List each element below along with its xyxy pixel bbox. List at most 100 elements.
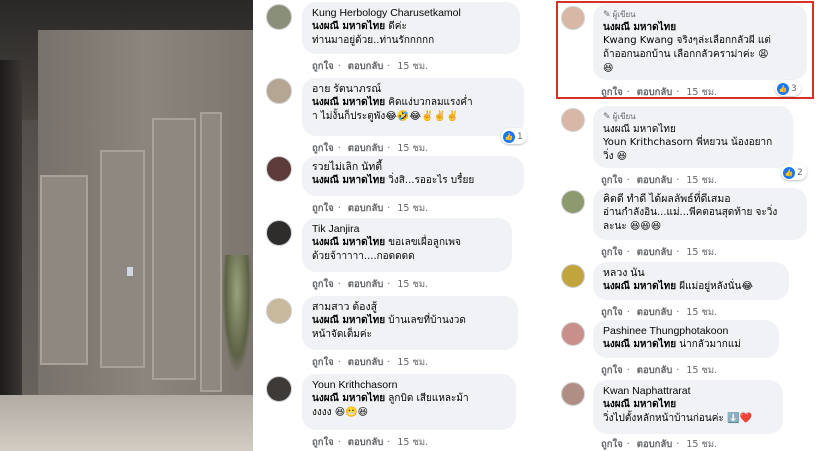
reply-link[interactable]: ตอบกลับ bbox=[637, 365, 673, 376]
comment-author[interactable]: Youn Krithchasorn bbox=[312, 379, 506, 392]
reply-link[interactable]: ตอบกลับ bbox=[348, 279, 384, 290]
comment-time[interactable]: 15 ชม. bbox=[397, 279, 428, 290]
pencil-icon: ✎ bbox=[603, 10, 611, 20]
comment-bubble: Tik Janjira นงผณี มหาดไทย ขอเลขเผื่อลูกเ… bbox=[302, 218, 512, 272]
comment-time[interactable]: 15 ชม. bbox=[686, 365, 717, 376]
avatar[interactable] bbox=[561, 6, 585, 30]
mention[interactable]: นงผณี มหาดไทย bbox=[312, 175, 385, 186]
avatar[interactable] bbox=[561, 108, 585, 132]
comment-time[interactable]: 15 ชม. bbox=[686, 87, 717, 98]
comment-author[interactable]: สามสาว ต้องสู้ bbox=[312, 301, 508, 314]
comment-author[interactable]: Kung Herbology Charusetkamol bbox=[312, 7, 510, 20]
comment-author[interactable]: Tik Janjira bbox=[312, 223, 502, 236]
comment-time[interactable]: 15 ชม. bbox=[397, 61, 428, 72]
comment-text-line: ขอเลขเผื่อลูกเพจ bbox=[385, 237, 461, 248]
reaction-number: 2 bbox=[797, 167, 803, 178]
comment-author[interactable]: นงผณี มหาดไทย bbox=[603, 123, 783, 136]
avatar[interactable] bbox=[266, 4, 292, 30]
like-link[interactable]: ถูกใจ bbox=[601, 87, 623, 98]
comment-time[interactable]: 15 ชม. bbox=[397, 203, 428, 214]
comment-actions: ถูกใจ · ตอบกลับ · 15 ชม. bbox=[312, 355, 432, 370]
avatar[interactable] bbox=[561, 322, 585, 346]
like-link[interactable]: ถูกใจ bbox=[312, 203, 334, 214]
mention[interactable]: นงผณี มหาดไทย bbox=[312, 393, 385, 404]
comment-author[interactable]: คิดดี ทำดี ได้ผลลัพธ์ที่ดีเสมอ bbox=[603, 193, 797, 206]
reply-link[interactable]: ตอบกลับ bbox=[637, 307, 673, 318]
like-link[interactable]: ถูกใจ bbox=[601, 175, 623, 186]
comment-item: หลวง นัน นงผณี มหาดไทย ผีแม่อยู่หลังนั่น… bbox=[561, 262, 819, 318]
reply-link[interactable]: ตอบกลับ bbox=[637, 247, 673, 258]
like-link[interactable]: ถูกใจ bbox=[312, 279, 334, 290]
comment-bubble: ✎ ผู้เขียน นงผณี มหาดไทย Youn Krithchasor… bbox=[593, 106, 793, 168]
like-link[interactable]: ถูกใจ bbox=[312, 357, 334, 368]
comment-time[interactable]: 15 ชม. bbox=[686, 307, 717, 318]
avatar[interactable] bbox=[266, 78, 292, 104]
mention[interactable]: นงผณี มหาดไทย bbox=[312, 21, 385, 32]
mention[interactable]: นงผณี มหาดไทย bbox=[603, 281, 676, 292]
comment-time[interactable]: 15 ชม. bbox=[397, 357, 428, 368]
comment-actions: ถูกใจ · ตอบกลับ · 15 ชม. bbox=[312, 435, 432, 450]
like-link[interactable]: ถูกใจ bbox=[312, 437, 334, 448]
comment-bubble: Pashinee Thungphotakoon นงผณี มหาดไทย น่… bbox=[593, 320, 779, 358]
comment-bubble: หลวง นัน นงผณี มหาดไทย ผีแม่อยู่หลังนั่น… bbox=[593, 262, 789, 300]
comment-bubble: Kwan Naphattrarat นงผณี มหาดไทย วิ่งไปตั… bbox=[593, 380, 783, 434]
comment-time[interactable]: 15 ชม. bbox=[686, 439, 717, 450]
comment-item: Kung Herbology Charusetkamol นงผณี มหาดไ… bbox=[266, 2, 546, 72]
photo-door bbox=[100, 150, 145, 368]
comment-time[interactable]: 15 ชม. bbox=[397, 437, 428, 448]
comment-author[interactable]: อาย รัตนาภรณ์ bbox=[312, 83, 514, 96]
comment-text-line: ด้วยจ้าาาาา....กอดดดด bbox=[312, 251, 415, 262]
reply-link[interactable]: ตอบกลับ bbox=[348, 437, 384, 448]
mention[interactable]: นงผณี มหาดไทย bbox=[312, 97, 385, 108]
author-badge: ✎ ผู้เขียน bbox=[603, 111, 783, 123]
avatar[interactable] bbox=[561, 382, 585, 406]
reply-link[interactable]: ตอบกลับ bbox=[637, 87, 673, 98]
reply-link[interactable]: ตอบกลับ bbox=[348, 357, 384, 368]
reply-link[interactable]: ตอบกลับ bbox=[637, 175, 673, 186]
reply-link[interactable]: ตอบกลับ bbox=[637, 439, 673, 450]
comment-author[interactable]: Pashinee Thungphotakoon bbox=[603, 325, 769, 338]
photo-floor bbox=[0, 395, 253, 451]
separator: · bbox=[387, 279, 391, 290]
like-link[interactable]: ถูกใจ bbox=[601, 439, 623, 450]
comment-text-line: า ไม่งั้นก็ประตูพัง😂🤣😂✌️✌️✌️ bbox=[312, 111, 459, 122]
mention[interactable]: Youn Krithchasorn bbox=[603, 137, 693, 148]
reply-link[interactable]: ตอบกลับ bbox=[348, 203, 384, 214]
like-link[interactable]: ถูกใจ bbox=[601, 365, 623, 376]
reply-link[interactable]: ตอบกลับ bbox=[348, 143, 384, 154]
comment-author[interactable]: Kwan Naphattrarat bbox=[603, 385, 773, 398]
comment-time[interactable]: 15 ชม. bbox=[686, 175, 717, 186]
comment-author[interactable]: นงผณี มหาดไทย bbox=[603, 21, 797, 34]
comment-author[interactable]: หลวง นัน bbox=[603, 267, 779, 280]
comment-bubble: Youn Krithchasorn นงผณี มหาดไทย ลูกบิด เ… bbox=[302, 374, 516, 430]
mention[interactable]: นงผณี มหาดไทย bbox=[312, 315, 385, 326]
comment-text: Youn Krithchasorn พี่หยวน น้องอยาก bbox=[603, 136, 783, 150]
avatar[interactable] bbox=[266, 220, 292, 246]
reaction-count[interactable]: 👍 3 bbox=[775, 80, 801, 96]
like-link[interactable]: ถูกใจ bbox=[312, 143, 334, 154]
like-link[interactable]: ถูกใจ bbox=[601, 307, 623, 318]
comment-author[interactable]: รวยไม่เลิก นัทตี้ bbox=[312, 161, 514, 174]
avatar[interactable] bbox=[266, 156, 292, 182]
mention[interactable]: นงผณี มหาดไทย bbox=[603, 399, 676, 410]
avatar[interactable] bbox=[561, 264, 585, 288]
like-link[interactable]: ถูกใจ bbox=[601, 247, 623, 258]
reply-link[interactable]: ตอบกลับ bbox=[348, 61, 384, 72]
avatar[interactable] bbox=[266, 376, 292, 402]
comment-text-line: วิ่ง 😆 bbox=[603, 151, 628, 162]
avatar[interactable] bbox=[561, 190, 585, 214]
comment-actions: ถูกใจ · ตอบกลับ · 15 ชม. bbox=[601, 437, 721, 451]
comment-time[interactable]: 15 ชม. bbox=[397, 143, 428, 154]
avatar[interactable] bbox=[266, 298, 292, 324]
like-link[interactable]: ถูกใจ bbox=[312, 61, 334, 72]
comment-actions: ถูกใจ · ตอบกลับ · 15 ชม. bbox=[601, 85, 721, 100]
post-photo[interactable] bbox=[0, 0, 253, 451]
comment-text-line: บ้านเลขที่บ้านงวด bbox=[385, 315, 466, 326]
reaction-count[interactable]: 👍 1 bbox=[501, 128, 527, 144]
comment-time[interactable]: 15 ชม. bbox=[686, 247, 717, 258]
reaction-count[interactable]: 👍 2 bbox=[781, 164, 807, 180]
mention[interactable]: นงผณี มหาดไทย bbox=[312, 237, 385, 248]
comment-actions: ถูกใจ · ตอบกลับ · 15 ชม. bbox=[601, 173, 721, 188]
mention[interactable]: นงผณี มหาดไทย bbox=[603, 339, 676, 350]
separator: · bbox=[626, 247, 630, 258]
